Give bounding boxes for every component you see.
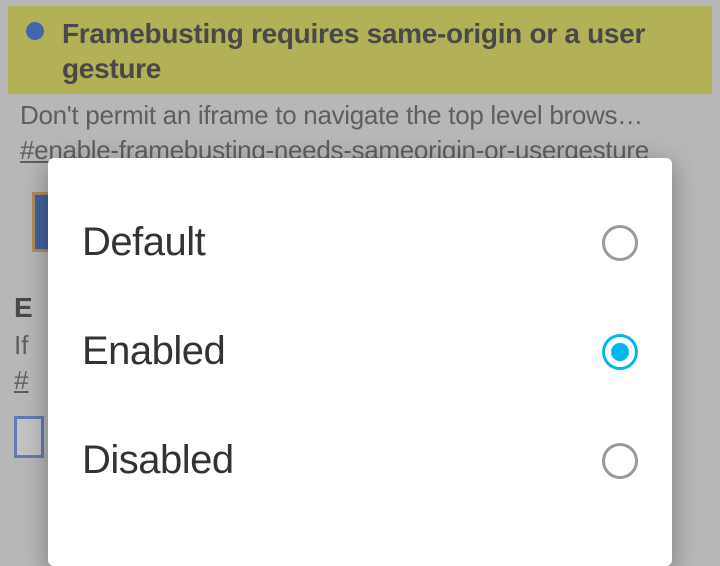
option-enabled[interactable]: Enabled: [48, 297, 672, 406]
modified-indicator-icon: [26, 22, 44, 40]
option-default[interactable]: Default: [48, 188, 672, 297]
flag-title: Framebusting requires same-origin or a u…: [62, 16, 700, 86]
flag-dropdown-button[interactable]: [14, 416, 44, 458]
option-label: Default: [82, 220, 205, 265]
radio-icon: [602, 443, 638, 479]
radio-icon: [602, 225, 638, 261]
radio-icon-selected: [602, 334, 638, 370]
option-disabled[interactable]: Disabled: [48, 406, 672, 515]
flag-description: Don't permit an iframe to navigate the t…: [8, 94, 712, 133]
option-label: Disabled: [82, 438, 234, 483]
option-label: Enabled: [82, 329, 225, 374]
option-dialog: Default Enabled Disabled: [48, 158, 672, 566]
flag-title-row: Framebusting requires same-origin or a u…: [8, 6, 712, 94]
